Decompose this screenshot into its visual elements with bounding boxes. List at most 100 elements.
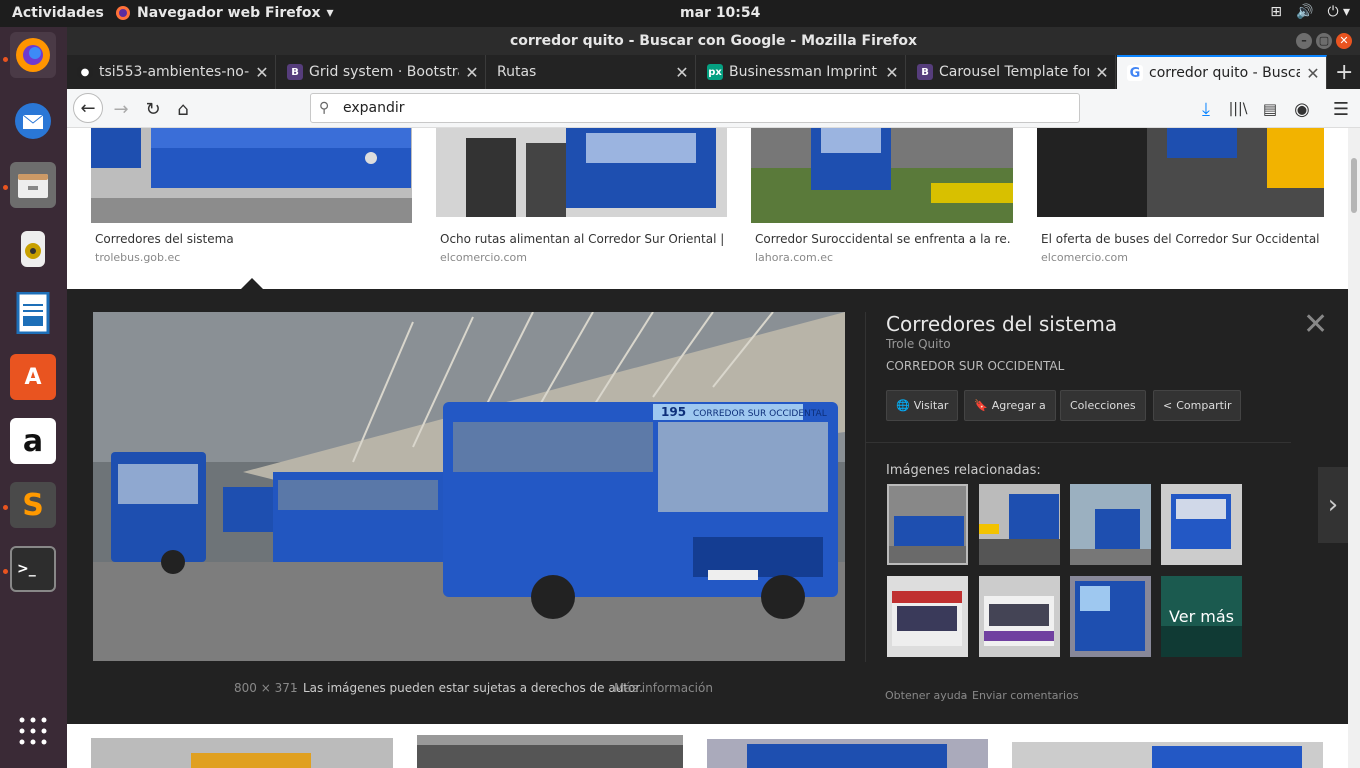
writer-launcher[interactable] bbox=[10, 290, 56, 336]
minimize-button[interactable]: – bbox=[1296, 33, 1312, 49]
grid-icon bbox=[19, 717, 47, 745]
firefox-icon bbox=[116, 6, 130, 20]
related-image[interactable] bbox=[1070, 484, 1151, 565]
tab-bootstrap-grid[interactable]: B Grid system · Bootstra ✕ bbox=[277, 55, 486, 89]
related-image[interactable] bbox=[887, 484, 968, 565]
forward-button[interactable]: → bbox=[109, 97, 133, 121]
thunderbird-launcher[interactable] bbox=[10, 98, 56, 144]
page-content: Corredores del sistema trolebus.gob.ec O… bbox=[67, 128, 1360, 768]
visit-button[interactable]: 🌐 Visitar bbox=[886, 390, 959, 421]
power-icon[interactable]: ⏻ ▾ bbox=[1327, 4, 1350, 20]
save-button[interactable]: 🔖 Agregar a bbox=[964, 390, 1056, 421]
result-image[interactable] bbox=[1012, 742, 1323, 768]
result-caption[interactable]: Ocho rutas alimentan al Corredor Sur Ori… bbox=[440, 232, 725, 246]
window-titlebar[interactable]: corredor quito - Buscar con Google - Moz… bbox=[67, 27, 1360, 55]
more-info-link[interactable]: Más información bbox=[614, 681, 713, 695]
share-button[interactable]: < Compartir bbox=[1153, 390, 1242, 421]
amazon-launcher[interactable]: a bbox=[10, 418, 56, 464]
search-icon: ⚲ bbox=[319, 100, 330, 116]
speaker-icon bbox=[21, 231, 45, 267]
image-dimensions: 800 × 371 bbox=[234, 681, 298, 695]
result-image[interactable] bbox=[707, 739, 988, 768]
maximize-button[interactable]: ▢ bbox=[1316, 33, 1332, 49]
scrollbar-thumb[interactable] bbox=[1351, 158, 1357, 213]
system-tray[interactable]: ⊞ 🔊 ⏻ ▾ bbox=[1270, 4, 1350, 20]
tab-github[interactable]: ● tsi553-ambientes-no-p ✕ bbox=[67, 55, 276, 89]
preview-description: CORREDOR SUR OCCIDENTAL bbox=[886, 359, 1065, 373]
close-tab-icon[interactable]: ✕ bbox=[669, 63, 695, 82]
result-image[interactable] bbox=[91, 128, 412, 223]
menu-button[interactable]: ☰ bbox=[1329, 97, 1353, 121]
activities-button[interactable]: Actividades bbox=[12, 5, 104, 21]
result-caption[interactable]: Corredor Suroccidental se enfrenta a la … bbox=[755, 232, 1010, 246]
library-button[interactable]: |||\ bbox=[1226, 97, 1250, 121]
tab-bar: ● tsi553-ambientes-no-p ✕ B Grid system ·… bbox=[67, 55, 1360, 89]
related-image[interactable] bbox=[979, 576, 1060, 657]
terminal-launcher[interactable]: >_ bbox=[10, 546, 56, 592]
close-tab-icon[interactable]: ✕ bbox=[879, 63, 905, 82]
close-tab-icon[interactable]: ✕ bbox=[249, 63, 275, 82]
collections-button[interactable]: Colecciones bbox=[1060, 390, 1146, 421]
related-image[interactable] bbox=[979, 484, 1060, 565]
window-title: corredor quito - Buscar con Google - Moz… bbox=[509, 33, 918, 49]
result-image[interactable] bbox=[91, 738, 393, 768]
result-image[interactable] bbox=[1037, 128, 1324, 217]
next-image-button[interactable]: › bbox=[1318, 467, 1348, 543]
result-source: elcomercio.com bbox=[440, 251, 527, 264]
related-image[interactable] bbox=[1070, 576, 1151, 657]
close-preview-button[interactable]: ✕ bbox=[1303, 307, 1328, 342]
back-button[interactable]: ← bbox=[73, 93, 103, 123]
result-caption[interactable]: Corredores del sistema bbox=[95, 232, 405, 246]
reload-button[interactable]: ↻ bbox=[141, 97, 165, 121]
account-button[interactable]: ◉ bbox=[1290, 97, 1314, 121]
preview-title[interactable]: Corredores del sistema bbox=[886, 312, 1117, 336]
page-scrollbar[interactable] bbox=[1348, 128, 1360, 768]
tab-rutas[interactable]: Rutas ✕ bbox=[487, 55, 696, 89]
bus-destination-sign: CORREDOR SUR OCCIDENTAL bbox=[693, 409, 827, 419]
tab-label: Carousel Template for bbox=[939, 64, 1089, 80]
terminal-icon: >_ bbox=[17, 561, 36, 577]
software-launcher[interactable]: A bbox=[10, 354, 56, 400]
tab-carousel[interactable]: B Carousel Template for ✕ bbox=[907, 55, 1116, 89]
close-tab-icon[interactable]: ✕ bbox=[1089, 63, 1115, 82]
result-source: trolebus.gob.ec bbox=[95, 251, 181, 264]
related-image[interactable] bbox=[1161, 484, 1242, 565]
new-tab-button[interactable]: + bbox=[1329, 55, 1360, 89]
see-more-label: Ver más bbox=[1161, 576, 1242, 657]
sublime-launcher[interactable]: S bbox=[10, 482, 56, 528]
running-indicator bbox=[3, 185, 8, 190]
show-apps-button[interactable] bbox=[10, 708, 56, 754]
sidebar-button[interactable]: ▤ bbox=[1258, 97, 1282, 121]
see-more-tile[interactable]: Ver más bbox=[1161, 576, 1242, 657]
close-tab-icon[interactable]: ✕ bbox=[1300, 64, 1326, 83]
result-caption[interactable]: El oferta de buses del Corredor Sur Occi… bbox=[1041, 232, 1321, 246]
close-window-button[interactable]: ✕ bbox=[1336, 33, 1352, 49]
files-launcher[interactable] bbox=[10, 162, 56, 208]
url-bar[interactable]: ⚲ expandir bbox=[310, 93, 1080, 123]
feedback-link[interactable]: Enviar comentarios bbox=[972, 689, 1079, 702]
result-image[interactable] bbox=[417, 735, 683, 768]
related-image[interactable] bbox=[887, 576, 968, 657]
share-icon: < bbox=[1163, 399, 1173, 412]
home-button[interactable]: ⌂ bbox=[171, 97, 195, 121]
library-icon: |||\ bbox=[1228, 101, 1248, 117]
running-indicator bbox=[3, 57, 8, 62]
result-image[interactable] bbox=[751, 128, 1013, 223]
tab-label: Grid system · Bootstra bbox=[309, 64, 459, 80]
help-link[interactable]: Obtener ayuda bbox=[885, 689, 967, 702]
result-image[interactable] bbox=[436, 128, 727, 217]
downloads-button[interactable]: ⤓ bbox=[1194, 97, 1218, 121]
panel-separator bbox=[865, 442, 1291, 443]
volume-icon[interactable]: 🔊 bbox=[1296, 4, 1313, 20]
preview-image[interactable]: 195 CORREDOR SUR OCCIDENTAL bbox=[93, 312, 845, 661]
app-menu[interactable]: Navegador web Firefox ▾ bbox=[115, 5, 334, 21]
network-icon[interactable]: ⊞ bbox=[1270, 4, 1282, 20]
bus-photo bbox=[1012, 742, 1323, 768]
rhythmbox-launcher[interactable] bbox=[10, 226, 56, 272]
firefox-launcher[interactable] bbox=[10, 32, 56, 78]
app-name: Navegador web Firefox bbox=[137, 5, 321, 21]
tab-businessman[interactable]: px Businessman Imprint A ✕ bbox=[697, 55, 906, 89]
clock[interactable]: mar 10:54 bbox=[680, 5, 760, 21]
tab-google-search[interactable]: G corredor quito - Busca ✕ bbox=[1117, 55, 1327, 89]
close-tab-icon[interactable]: ✕ bbox=[459, 63, 485, 82]
